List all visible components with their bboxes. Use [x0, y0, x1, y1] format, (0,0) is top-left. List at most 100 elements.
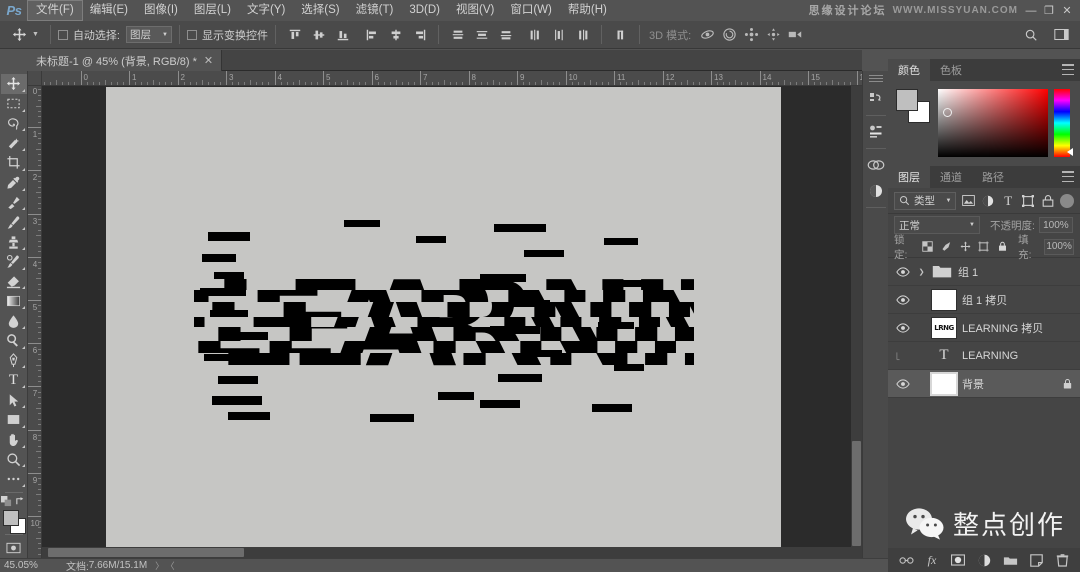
new-layer-icon[interactable]: [1029, 553, 1044, 568]
align-vertical-centers-icon[interactable]: [307, 24, 330, 46]
hue-slider-marker[interactable]: [1067, 148, 1073, 156]
history-panel-icon[interactable]: [864, 86, 888, 112]
layer-style-icon[interactable]: fx: [925, 553, 940, 568]
auto-select-checkbox[interactable]: [57, 29, 68, 40]
search-icon[interactable]: [1018, 24, 1044, 46]
canvas-horizontal-scrollbar[interactable]: [42, 547, 862, 558]
pan-3d-icon[interactable]: [741, 25, 761, 45]
default-colors-icon[interactable]: [1, 495, 12, 507]
scrollbar-thumb[interactable]: [48, 548, 244, 557]
tab-swatches[interactable]: 色板: [930, 59, 972, 81]
lock-artboard-icon[interactable]: [977, 239, 992, 255]
close-icon[interactable]: ✕: [204, 54, 213, 67]
fill-value[interactable]: 100%: [1044, 238, 1074, 255]
menu-item-7[interactable]: 滤镜(T): [348, 1, 402, 20]
color-field[interactable]: [938, 89, 1048, 157]
zoom-level[interactable]: 45.05%: [4, 560, 66, 571]
auto-select-dropdown[interactable]: 图层 ▼: [126, 26, 172, 43]
distribute-top-edges-icon[interactable]: [446, 24, 469, 46]
roll-3d-icon[interactable]: [719, 25, 739, 45]
artboard[interactable]: LEARNINGLEARNINGLEARNINGLEARNINGLEARNING…: [106, 87, 781, 558]
zoom-tool[interactable]: [1, 450, 27, 470]
document-tab[interactable]: 未标题-1 @ 45% (背景, RGB/8) * ✕: [28, 50, 223, 71]
crop-tool[interactable]: [1, 153, 27, 173]
tab-layers[interactable]: 图层: [888, 166, 930, 188]
clone-stamp-tool[interactable]: [1, 232, 27, 252]
ruler-origin[interactable]: [28, 71, 42, 86]
brush-tool[interactable]: [1, 212, 27, 232]
status-arrows[interactable]: 〉〈: [155, 559, 181, 572]
layer-visibility-toggle[interactable]: [894, 291, 912, 309]
shape-filter-icon[interactable]: [1020, 192, 1036, 210]
move-tool-icon[interactable]: [6, 24, 32, 46]
distribute-vertical-centers-icon[interactable]: [470, 24, 493, 46]
delete-layer-icon[interactable]: [1055, 553, 1070, 568]
edit-toolbar-tool[interactable]: [1, 469, 27, 489]
history-brush-tool[interactable]: [1, 252, 27, 272]
pen-tool[interactable]: [1, 351, 27, 371]
link-layers-icon[interactable]: [898, 553, 914, 568]
align-options-icon[interactable]: [609, 24, 632, 46]
dodge-tool[interactable]: [1, 331, 27, 351]
rectangular-marquee-tool[interactable]: [1, 94, 27, 114]
opacity-value[interactable]: 100%: [1038, 217, 1073, 233]
layer-row[interactable]: 背景: [888, 370, 1080, 398]
lasso-tool[interactable]: [1, 114, 27, 134]
lock-all-icon[interactable]: [995, 239, 1010, 255]
rectangle-tool[interactable]: [1, 410, 27, 430]
lock-image-pixels-icon[interactable]: [939, 239, 954, 255]
workspace-icon[interactable]: [1048, 24, 1074, 46]
show-transform-checkbox[interactable]: [187, 29, 197, 40]
slide-3d-icon[interactable]: [763, 25, 783, 45]
color-panel-swatches[interactable]: [896, 89, 930, 123]
quick-mask-icon[interactable]: [1, 538, 27, 558]
swap-colors-icon[interactable]: [15, 496, 26, 507]
scrollbar-thumb[interactable]: [852, 441, 861, 546]
layer-mask-icon[interactable]: [951, 553, 966, 568]
type-tool[interactable]: T: [1, 370, 27, 390]
eyedropper-tool[interactable]: [1, 173, 27, 193]
layer-row[interactable]: 组 1 拷贝: [888, 286, 1080, 314]
foreground-color-swatch[interactable]: [896, 89, 918, 111]
dock-grip[interactable]: [868, 75, 883, 82]
layer-visibility-toggle[interactable]: [894, 263, 912, 281]
lock-position-icon[interactable]: [958, 239, 973, 255]
menu-item-5[interactable]: 文字(Y): [239, 1, 293, 20]
layer-thumbnail[interactable]: [930, 371, 958, 396]
adjustment-layer-icon[interactable]: [977, 553, 992, 568]
menu-item-9[interactable]: 视图(V): [448, 1, 502, 20]
scale-3d-icon[interactable]: [785, 25, 805, 45]
foreground-color-swatch[interactable]: [2, 509, 19, 526]
layer-expand-arrow[interactable]: ❯: [917, 268, 926, 276]
tab-paths[interactable]: 路径: [972, 166, 1014, 188]
distribute-left-edges-icon[interactable]: [523, 24, 546, 46]
menu-item-2[interactable]: 编辑(E): [82, 1, 136, 20]
tab-color[interactable]: 颜色: [888, 59, 930, 81]
menu-item-1[interactable]: 文件(F): [27, 0, 83, 21]
distribute-right-edges-icon[interactable]: [571, 24, 594, 46]
pixel-filter-icon[interactable]: [960, 192, 976, 210]
align-horizontal-centers-icon[interactable]: [384, 24, 407, 46]
filter-toggle-switch[interactable]: [1060, 193, 1075, 208]
lock-transparent-pixels-icon[interactable]: [920, 239, 935, 255]
adjustments-panel-icon[interactable]: [864, 152, 888, 178]
orbit-3d-icon[interactable]: [697, 25, 717, 45]
hue-slider[interactable]: [1054, 89, 1073, 157]
color-field-marker[interactable]: [943, 108, 952, 117]
quick-selection-tool[interactable]: [1, 133, 27, 153]
menu-item-3[interactable]: 图像(I): [136, 1, 186, 20]
eraser-tool[interactable]: [1, 272, 27, 292]
new-group-icon[interactable]: [1003, 553, 1018, 568]
layer-thumbnail[interactable]: LRNG: [931, 316, 957, 339]
menu-item-6[interactable]: 选择(S): [293, 1, 347, 20]
tab-channels[interactable]: 通道: [930, 166, 972, 188]
layer-row[interactable]: LRNG LEARNING 拷贝: [888, 314, 1080, 342]
layer-visibility-toggle[interactable]: [894, 375, 912, 393]
menu-item-8[interactable]: 3D(D): [401, 1, 448, 20]
adjustment-filter-icon[interactable]: [980, 192, 996, 210]
layer-visibility-toggle[interactable]: [894, 347, 912, 365]
menu-item-4[interactable]: 图层(L): [186, 1, 239, 20]
canvas-area[interactable]: LEARNINGLEARNINGLEARNINGLEARNINGLEARNING…: [42, 86, 862, 558]
libraries-panel-icon[interactable]: [864, 119, 888, 145]
path-selection-tool[interactable]: [1, 390, 27, 410]
